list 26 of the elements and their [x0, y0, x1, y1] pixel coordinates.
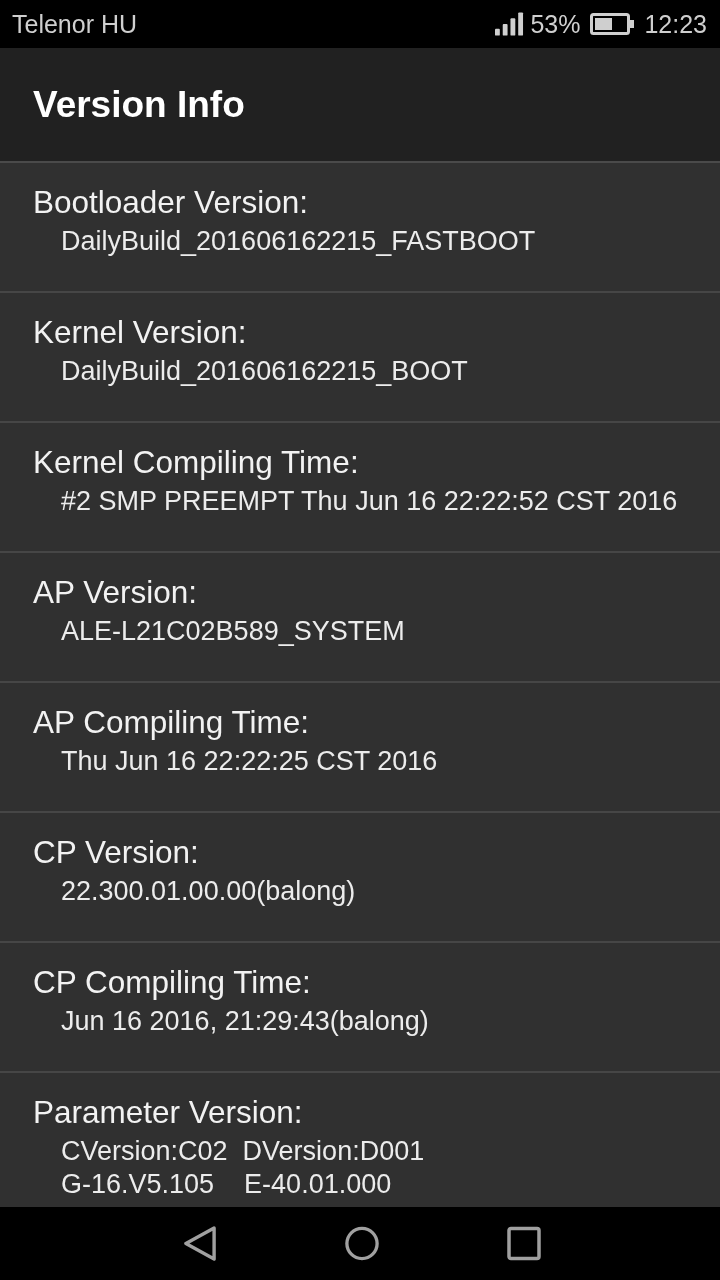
info-value: #2 SMP PREEMPT Thu Jun 16 22:22:52 CST 2016 — [61, 485, 679, 518]
battery-percentage: 53% — [530, 9, 581, 39]
carrier-name: Telenor HU — [12, 9, 138, 39]
info-label: Bootloader Version: — [33, 183, 309, 222]
info-label: CP Compiling Time: — [33, 963, 312, 1002]
info-label: AP Compiling Time: — [33, 703, 311, 742]
info-value: G-16.V5.105 E-40.01.000 — [61, 1168, 393, 1201]
back-icon[interactable] — [183, 1226, 217, 1261]
info-value: Thu Jun 16 22:22:25 CST 2016 — [61, 745, 439, 778]
info-value: Jun 16 2016, 21:29:43(balong) — [61, 1005, 430, 1038]
info-label: Kernel Version: — [33, 313, 248, 352]
battery-icon — [590, 13, 635, 35]
info-value: DailyBuild_201606162215_BOOT — [61, 355, 469, 388]
info-label: CP Version: — [33, 833, 200, 872]
info-value: ALE-L21C02B589_SYSTEM — [61, 615, 406, 648]
clock: 12:23 — [644, 9, 707, 39]
info-value: CVersion:C02 DVersion:D001 — [61, 1135, 426, 1168]
info-label: Kernel Compiling Time: — [33, 443, 360, 482]
info-value: DailyBuild_201606162215_FASTBOOT — [61, 225, 537, 258]
home-icon[interactable] — [345, 1226, 379, 1261]
info-value: 22.300.01.00.00(balong) — [61, 875, 357, 908]
recent-apps-icon[interactable] — [507, 1226, 541, 1261]
info-label: Parameter Version: — [33, 1093, 304, 1132]
info-label: AP Version: — [33, 573, 199, 612]
screen-title: Version Info — [33, 82, 245, 127]
signal-icon — [495, 12, 525, 36]
